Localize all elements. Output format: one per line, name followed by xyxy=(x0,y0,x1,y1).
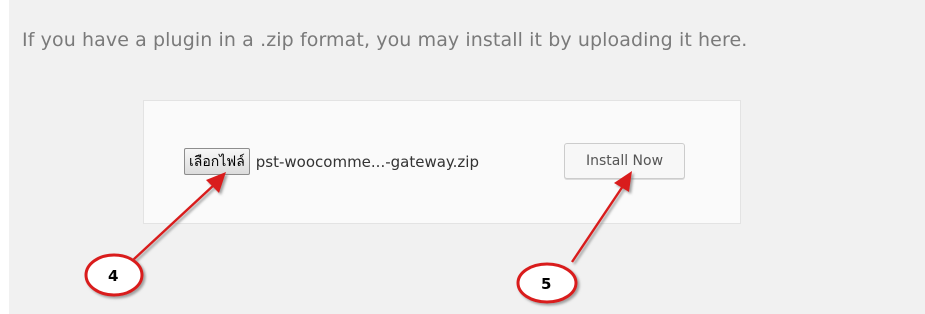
arrow-4-icon xyxy=(132,172,226,261)
step-4-label: 4 xyxy=(108,267,119,285)
annotation-overlay xyxy=(84,171,632,304)
step-5-label: 5 xyxy=(541,275,552,293)
arrow-5-icon xyxy=(571,171,632,263)
